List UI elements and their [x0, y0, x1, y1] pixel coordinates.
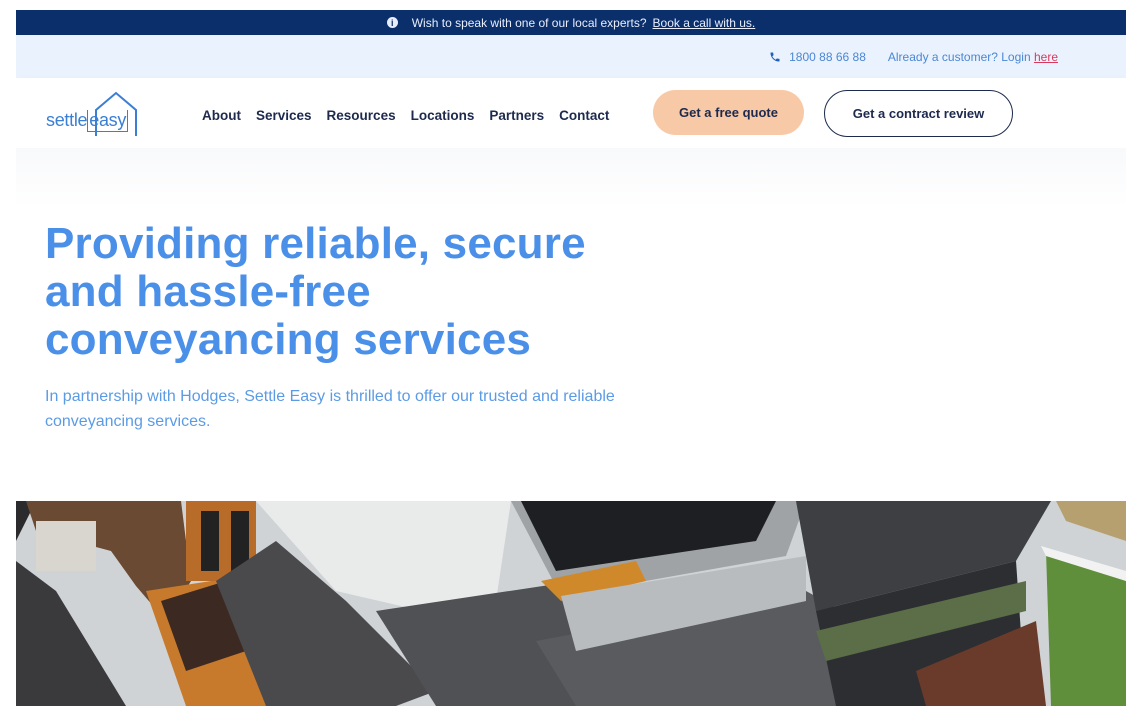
- nav-about[interactable]: About: [202, 108, 241, 123]
- login-prompt: Already a customer? Login here: [888, 50, 1058, 64]
- nav-contact[interactable]: Contact: [559, 108, 609, 123]
- nav-locations[interactable]: Locations: [411, 108, 475, 123]
- main-nav: About Services Resources Locations Partn…: [202, 108, 609, 123]
- phone-text: 1800 88 66 88: [789, 49, 866, 64]
- logo-word-easy: easy: [87, 110, 129, 132]
- logo-text: settle easy: [46, 110, 129, 132]
- nav-resources[interactable]: Resources: [327, 108, 396, 123]
- building-illustration: [16, 501, 1126, 706]
- phone-icon: [770, 52, 780, 61]
- contact-bar: 1800 88 66 88 Already a customer? Login …: [16, 35, 1126, 78]
- announcement-text: Wish to speak with one of our local expe…: [411, 15, 647, 30]
- nav-services[interactable]: Services: [256, 108, 312, 123]
- hero-section: Providing reliable, secure and hassle-fr…: [16, 148, 1126, 498]
- site-header: settle easy About Services Resources Loca…: [16, 78, 1126, 148]
- info-icon: i: [386, 17, 398, 28]
- logo-word-settle: settle: [46, 110, 88, 130]
- hero-title: Providing reliable, secure and hassle-fr…: [45, 219, 586, 364]
- contract-review-button[interactable]: Get a contract review: [824, 90, 1013, 137]
- phone-number[interactable]: 1800 88 66 88: [769, 50, 866, 64]
- free-quote-button[interactable]: Get a free quote: [653, 90, 804, 135]
- page: i Wish to speak with one of our local ex…: [16, 10, 1126, 706]
- login-link[interactable]: here: [1034, 50, 1058, 64]
- hero-subtitle: In partnership with Hodges, Settle Easy …: [45, 388, 615, 430]
- announcement-bar: i Wish to speak with one of our local ex…: [16, 10, 1126, 35]
- book-call-link[interactable]: Book a call with us.: [653, 16, 756, 30]
- settle-easy-logo[interactable]: settle easy: [46, 80, 156, 144]
- nav-partners[interactable]: Partners: [489, 108, 544, 123]
- login-prompt-text: Already a customer? Login: [887, 49, 1031, 64]
- building-photo: [16, 501, 1126, 706]
